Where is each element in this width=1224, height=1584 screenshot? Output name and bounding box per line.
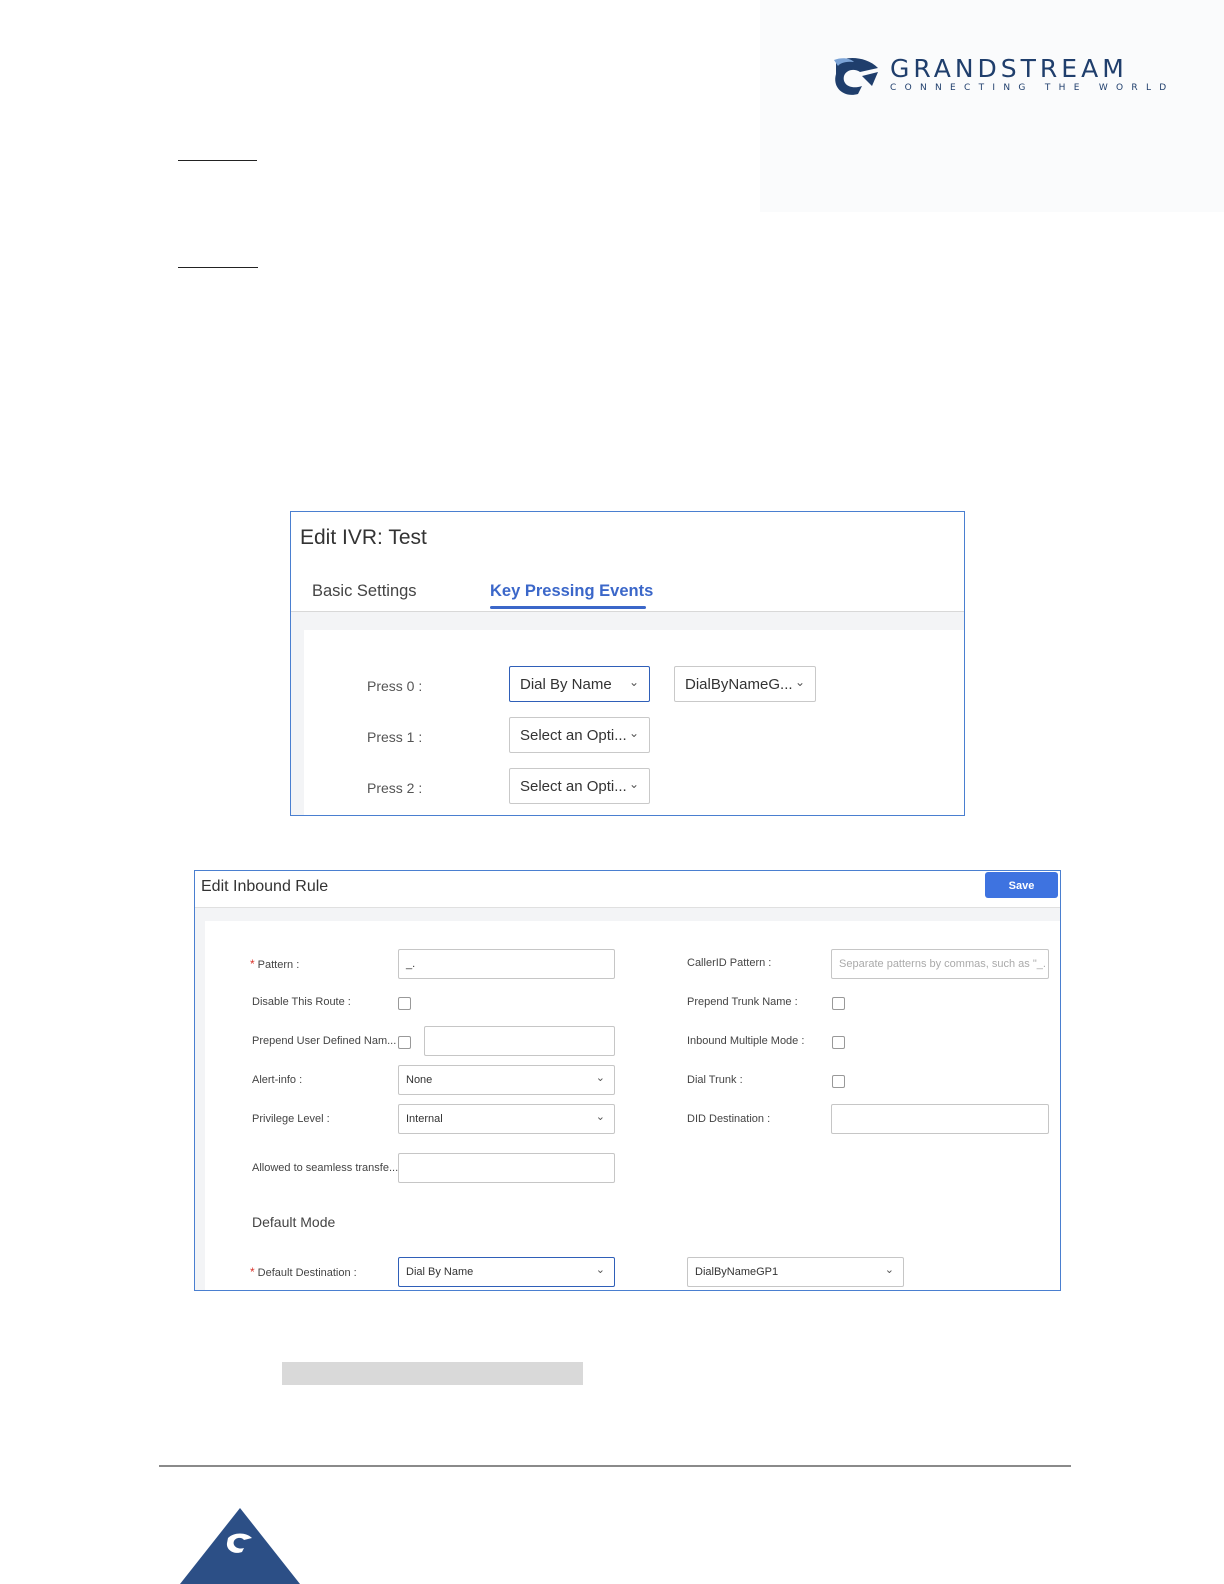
default-destination-label-text: Default Destination : <box>257 1267 357 1279</box>
inbound-multiple-mode-checkbox[interactable] <box>832 1036 845 1049</box>
did-destination-input[interactable] <box>831 1104 1049 1134</box>
chevron-down-icon: ⌄ <box>595 1264 605 1276</box>
chevron-down-icon: ⌄ <box>628 726 639 740</box>
disable-route-label: Disable This Route : <box>252 996 351 1008</box>
default-destination-value: Dial By Name <box>406 1266 474 1278</box>
heading-rule-2 <box>178 267 258 268</box>
privilege-level-value: Internal <box>406 1113 443 1125</box>
privilege-level-label: Privilege Level : <box>252 1113 330 1125</box>
ivr-title: Edit IVR: Test <box>300 526 427 549</box>
callerid-pattern-input[interactable]: Separate patterns by commas, such as "_. <box>831 949 1049 979</box>
required-marker: * <box>250 1265 255 1279</box>
callerid-pattern-label: CallerID Pattern : <box>687 957 772 969</box>
press-0-option-value: Dial By Name <box>520 676 612 693</box>
default-destination-select[interactable]: Dial By Name ⌄ <box>398 1257 615 1287</box>
press-1-label: Press 1 : <box>367 729 423 745</box>
prepend-user-defined-checkbox[interactable] <box>398 1036 411 1049</box>
alert-info-select[interactable]: None ⌄ <box>398 1065 615 1095</box>
did-destination-label: DID Destination : <box>687 1113 771 1125</box>
disable-route-checkbox[interactable] <box>398 997 411 1010</box>
edit-ivr-screenshot: Edit IVR: Test Basic Settings Key Pressi… <box>290 511 965 816</box>
active-tab-indicator <box>490 606 646 609</box>
default-destination-target-select[interactable]: DialByNameGP1 ⌄ <box>687 1257 904 1287</box>
press-0-option-select[interactable]: Dial By Name ⌄ <box>509 666 650 702</box>
pattern-label-text: Pattern : <box>257 959 300 971</box>
press-2-label: Press 2 : <box>367 780 423 796</box>
pattern-label: * Pattern : <box>250 957 299 971</box>
inbound-shade <box>195 908 1060 921</box>
chevron-down-icon: ⌄ <box>884 1264 894 1276</box>
highlighted-placeholder-bar <box>282 1362 583 1385</box>
dial-trunk-label: Dial Trunk : <box>687 1074 743 1086</box>
chevron-down-icon: ⌄ <box>628 777 639 791</box>
press-0-label: Press 0 : <box>367 678 423 694</box>
inbound-side <box>195 908 205 1290</box>
ivr-body-shade <box>291 612 964 630</box>
prepend-trunk-name-label: Prepend Trunk Name : <box>687 996 798 1008</box>
seamless-transfer-input[interactable] <box>398 1153 615 1183</box>
grandstream-logo: GRANDSTREAM CONNECTING THE WORLD <box>832 52 1166 100</box>
press-2-option-select[interactable]: Select an Opti... ⌄ <box>509 768 650 804</box>
default-destination-label: * Default Destination : <box>250 1265 357 1279</box>
chevron-down-icon: ⌄ <box>595 1072 605 1084</box>
press-1-option-select[interactable]: Select an Opti... ⌄ <box>509 717 650 753</box>
dial-trunk-checkbox[interactable] <box>832 1075 845 1088</box>
press-0-target-select[interactable]: DialByNameG... ⌄ <box>674 666 816 702</box>
prepend-user-defined-input[interactable] <box>424 1026 615 1056</box>
default-destination-target-value: DialByNameGP1 <box>695 1266 779 1278</box>
alert-info-label: Alert-info : <box>252 1074 303 1086</box>
grandstream-footer-icon <box>180 1508 300 1584</box>
press-1-option-value: Select an Opti... <box>520 727 627 744</box>
heading-rule-1 <box>178 160 257 161</box>
pattern-input[interactable]: _. <box>398 949 615 979</box>
ivr-body-side <box>291 612 304 815</box>
privilege-level-select[interactable]: Internal ⌄ <box>398 1104 615 1134</box>
edit-inbound-rule-screenshot: Edit Inbound Rule Save * Pattern : _. Cal… <box>194 870 1061 1291</box>
seamless-transfer-label: Allowed to seamless transfe... <box>252 1162 399 1174</box>
prepend-user-defined-label: Prepend User Defined Nam... <box>252 1035 397 1047</box>
tab-basic-settings[interactable]: Basic Settings <box>312 582 417 601</box>
footer-rule <box>159 1465 1071 1467</box>
prepend-trunk-name-checkbox[interactable] <box>832 997 845 1010</box>
header-corner-shade <box>760 0 1224 212</box>
brand-name: GRANDSTREAM <box>890 54 1128 83</box>
alert-info-value: None <box>406 1074 433 1086</box>
press-2-option-value: Select an Opti... <box>520 778 627 795</box>
tab-key-pressing-events[interactable]: Key Pressing Events <box>490 582 653 601</box>
inbound-title: Edit Inbound Rule <box>201 878 329 895</box>
default-mode-heading: Default Mode <box>252 1214 336 1230</box>
required-marker: * <box>250 957 255 971</box>
brand-tagline: CONNECTING THE WORLD <box>890 83 1175 93</box>
inbound-multiple-mode-label: Inbound Multiple Mode : <box>687 1035 805 1047</box>
save-button[interactable]: Save <box>985 872 1058 898</box>
press-0-target-value: DialByNameG... <box>685 676 793 693</box>
grandstream-logo-icon <box>834 58 878 95</box>
chevron-down-icon: ⌄ <box>595 1111 605 1123</box>
chevron-down-icon: ⌄ <box>628 675 639 689</box>
chevron-down-icon: ⌄ <box>794 675 805 689</box>
